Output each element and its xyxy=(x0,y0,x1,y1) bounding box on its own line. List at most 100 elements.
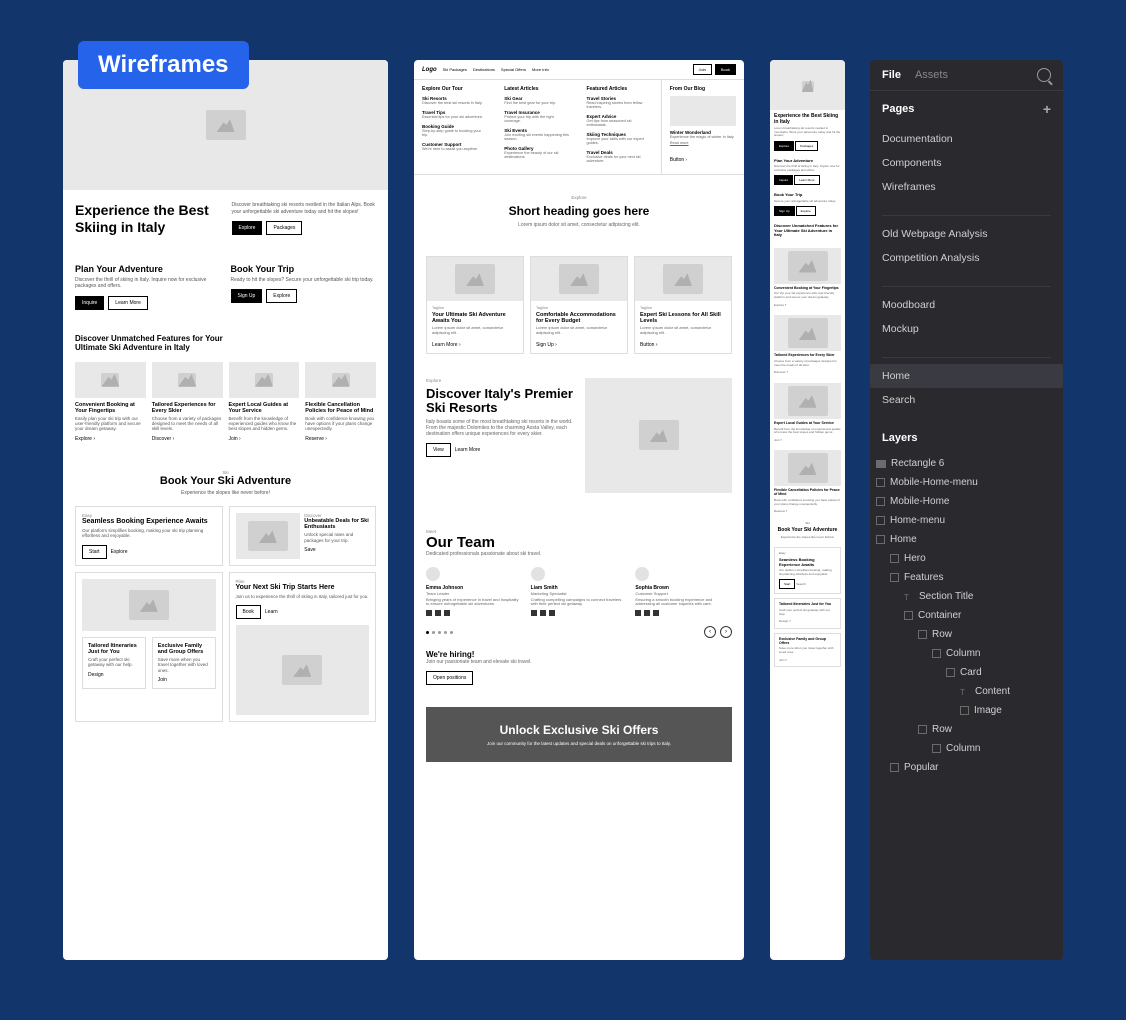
reserve-link[interactable]: Reserve xyxy=(774,509,785,513)
discover-link[interactable]: Discover xyxy=(774,370,786,374)
learn-more-link[interactable]: Learn More xyxy=(455,447,481,457)
explore-button[interactable]: Explore xyxy=(232,221,263,235)
web-icon[interactable] xyxy=(444,610,450,616)
mega-item[interactable]: Ski ResortsDiscover the best ski resorts… xyxy=(422,96,488,105)
next-arrow-icon[interactable]: › xyxy=(720,626,732,638)
layer-node[interactable]: Popular xyxy=(876,758,1057,777)
layer-node[interactable]: TSection Title xyxy=(876,587,1057,606)
web-icon[interactable] xyxy=(549,610,555,616)
layer-node[interactable]: Home-menu xyxy=(876,511,1057,530)
mega-item[interactable]: Customer SupportWe're here to assist you… xyxy=(422,142,488,151)
layer-node[interactable]: Mobile-Home xyxy=(876,492,1057,511)
design-link[interactable]: Design xyxy=(88,672,104,678)
inquire-button[interactable]: Inquire xyxy=(774,175,793,185)
layer-node[interactable]: Container xyxy=(876,606,1057,625)
join-link[interactable]: Join xyxy=(774,438,780,442)
signup-button[interactable]: Sign Up xyxy=(231,289,263,303)
layer-node[interactable]: Features xyxy=(876,568,1057,587)
explore-button[interactable]: Explore xyxy=(266,289,297,303)
start-button[interactable]: Start xyxy=(82,545,107,559)
card-link[interactable]: Button › xyxy=(640,342,658,348)
layer-node[interactable]: Image xyxy=(876,701,1057,720)
mega-item[interactable]: Travel InsuranceProtect your trip with t… xyxy=(504,110,570,123)
inquire-button[interactable]: Inquire xyxy=(75,296,104,310)
carousel-dots[interactable] xyxy=(426,631,453,634)
mega-item[interactable]: Ski EventsJoin exciting ski events happe… xyxy=(504,128,570,141)
card-link[interactable]: Sign Up › xyxy=(536,342,557,348)
prev-arrow-icon[interactable]: ‹ xyxy=(704,626,716,638)
nav-item[interactable]: Special Offers xyxy=(501,67,526,72)
learn-more-button[interactable]: Learn More xyxy=(108,296,148,310)
card-link[interactable]: Reserve › xyxy=(305,436,327,442)
page-item[interactable]: Mockup xyxy=(882,317,1051,341)
mega-item[interactable]: Travel StoriesRead inspiring stories fro… xyxy=(587,96,653,109)
search-link[interactable]: Search xyxy=(796,582,806,586)
learn-more-button[interactable]: Learn More xyxy=(794,175,819,185)
open-positions-button[interactable]: Open positions xyxy=(426,671,473,685)
layer-node[interactable]: Row xyxy=(876,625,1057,644)
mega-button-link[interactable]: Button xyxy=(670,157,684,163)
x-icon[interactable] xyxy=(540,610,546,616)
packages-button[interactable]: Packages xyxy=(266,221,302,235)
logo[interactable]: Logo xyxy=(422,67,437,73)
page-item[interactable]: Old Webpage Analysis xyxy=(882,222,1051,246)
mega-item[interactable]: Travel TipsEssential tips for your ski a… xyxy=(422,110,488,119)
signup-button[interactable]: Sign Up xyxy=(774,206,795,216)
start-button[interactable]: Start xyxy=(779,579,795,589)
layer-node[interactable]: Row xyxy=(876,720,1057,739)
mega-item[interactable]: Skiing TechniquesImprove your skills wit… xyxy=(587,132,653,145)
learn-link[interactable]: Learn xyxy=(265,609,278,619)
layer-node[interactable]: Rectangle 6 xyxy=(876,454,1057,473)
page-item[interactable]: Moodboard xyxy=(882,293,1051,317)
layer-node[interactable]: Column xyxy=(876,739,1057,758)
join-link[interactable]: Join xyxy=(779,658,785,662)
layer-node[interactable]: TContent xyxy=(876,682,1057,701)
add-page-icon[interactable]: + xyxy=(1043,101,1051,117)
explore-link[interactable]: Explore xyxy=(111,549,128,559)
page-item[interactable]: Home xyxy=(870,364,1063,388)
layer-node[interactable]: Mobile-Home-menu xyxy=(876,473,1057,492)
linkedin-icon[interactable] xyxy=(635,610,641,616)
assets-tab[interactable]: Assets xyxy=(915,69,948,81)
x-icon[interactable] xyxy=(435,610,441,616)
frame-desktop-home[interactable]: Experience the Best Skiing in Italy Disc… xyxy=(63,60,388,960)
packages-button[interactable]: Packages xyxy=(795,141,818,151)
nav-item[interactable]: Destinations xyxy=(473,67,495,72)
nav-item[interactable]: More Info xyxy=(532,67,549,72)
design-link[interactable]: Design xyxy=(779,619,788,623)
card-link[interactable]: Discover › xyxy=(152,436,175,442)
book-button[interactable]: Book xyxy=(236,605,261,619)
page-item[interactable]: Wireframes xyxy=(882,175,1051,199)
read-more-link[interactable]: Read more xyxy=(670,141,736,145)
mega-item[interactable]: Ski GearFind the best gear for your trip… xyxy=(504,96,570,105)
frame-desktop-home-menu[interactable]: Logo Ski Packages Destinations Special O… xyxy=(414,60,744,960)
card-link[interactable]: Learn More › xyxy=(432,342,461,348)
linkedin-icon[interactable] xyxy=(426,610,432,616)
layer-node[interactable]: Card xyxy=(876,663,1057,682)
save-link[interactable]: Save xyxy=(304,547,315,553)
explore-link[interactable]: Explore xyxy=(774,303,784,307)
page-item[interactable]: Competition Analysis xyxy=(882,246,1051,270)
page-item[interactable]: Documentation xyxy=(882,127,1051,151)
layer-node[interactable]: Hero xyxy=(876,549,1057,568)
book-button[interactable]: Book xyxy=(715,64,736,75)
view-button[interactable]: View xyxy=(426,443,451,457)
mega-item[interactable]: Travel DealsExclusive deals for your nex… xyxy=(587,150,653,163)
layer-node[interactable]: Home xyxy=(876,530,1057,549)
layer-node[interactable]: Column xyxy=(876,644,1057,663)
page-item[interactable]: Search xyxy=(882,388,1051,412)
file-tab[interactable]: File xyxy=(882,69,901,81)
search-icon[interactable] xyxy=(1037,68,1051,82)
mega-item[interactable]: Photo GalleryExperience the beauty of ou… xyxy=(504,146,570,159)
mega-item[interactable]: Expert AdviceGet tips from seasoned ski … xyxy=(587,114,653,127)
web-icon[interactable] xyxy=(653,610,659,616)
x-icon[interactable] xyxy=(644,610,650,616)
mega-item[interactable]: Booking GuideStep-by-step guide to booki… xyxy=(422,124,488,137)
linkedin-icon[interactable] xyxy=(531,610,537,616)
explore-button[interactable]: Explore xyxy=(774,141,794,151)
join-link[interactable]: Join xyxy=(158,677,167,683)
card-link[interactable]: Join › xyxy=(229,436,241,442)
page-item[interactable]: Components xyxy=(882,151,1051,175)
join-button[interactable]: Join xyxy=(693,64,712,75)
nav-item[interactable]: Ski Packages xyxy=(443,67,467,72)
